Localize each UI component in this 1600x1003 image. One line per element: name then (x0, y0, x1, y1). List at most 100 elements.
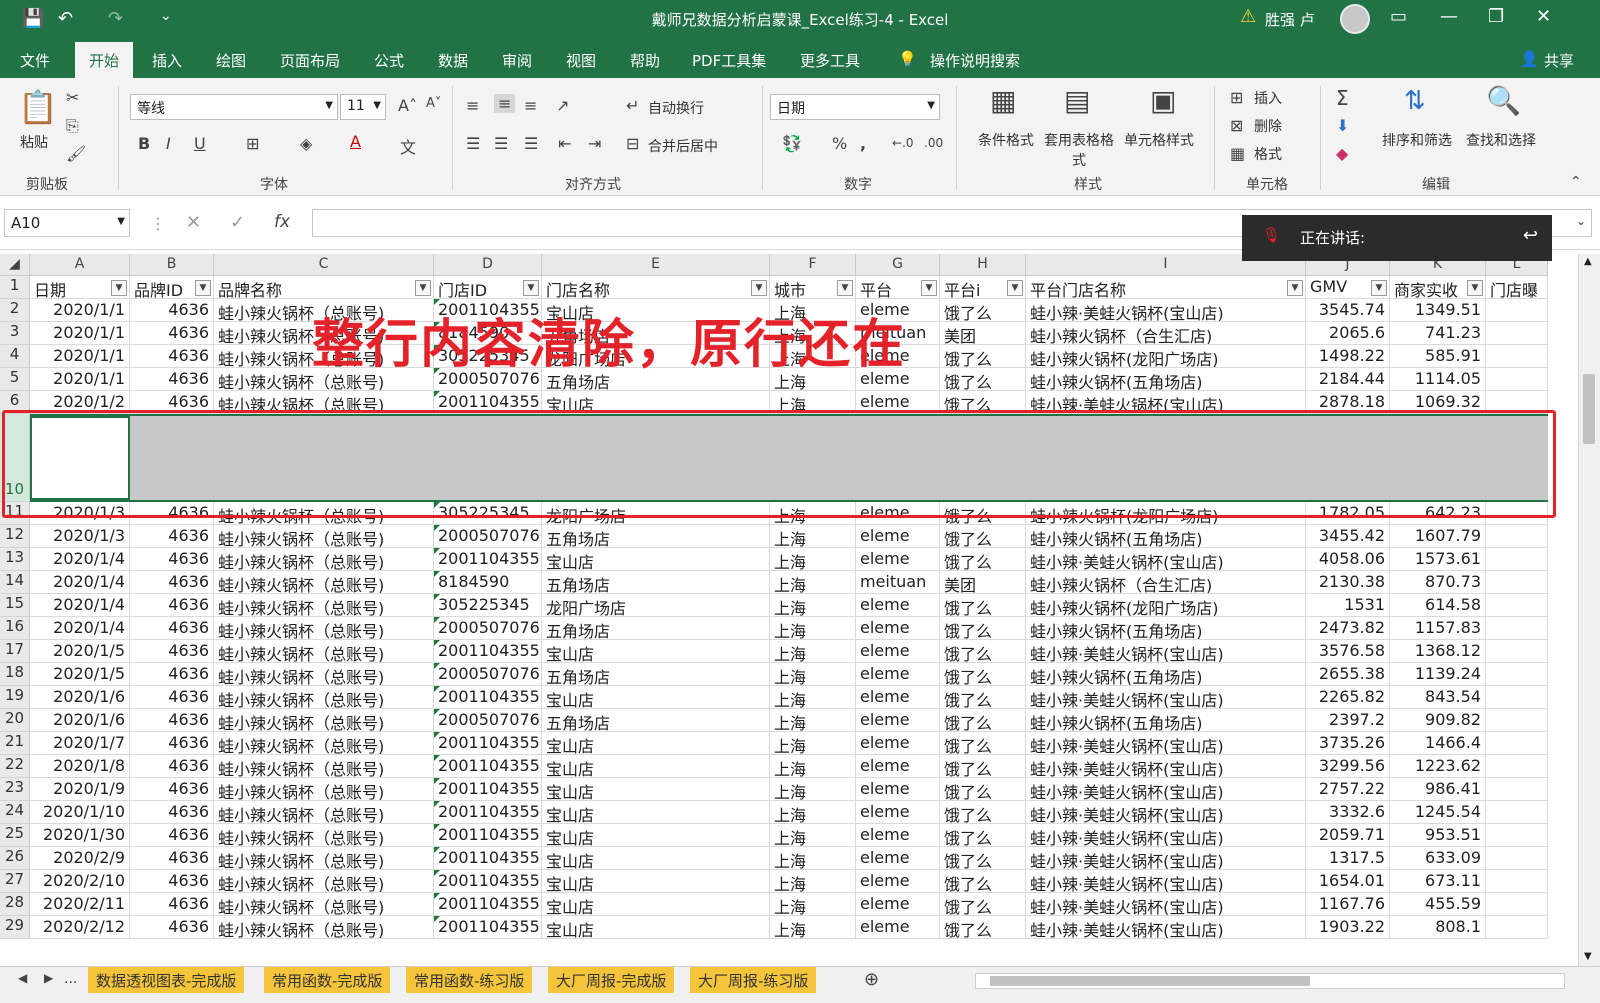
table-cell[interactable]: 蛙小辣火锅杯（总账号) (214, 548, 434, 571)
column-header-f[interactable]: F (770, 254, 856, 276)
table-cell[interactable]: 宝山店 (542, 893, 770, 916)
row-header[interactable]: 29 (0, 916, 30, 939)
row-header[interactable]: 12 (0, 525, 30, 548)
table-cell[interactable]: 饿了么 (940, 525, 1026, 548)
table-cell[interactable]: 4636 (130, 709, 214, 732)
table-cell[interactable]: 4636 (130, 824, 214, 847)
table-cell[interactable]: 饿了么 (940, 663, 1026, 686)
table-cell[interactable]: 4636 (130, 847, 214, 870)
table-cell[interactable]: eleme (856, 801, 940, 824)
table-cell[interactable] (1486, 732, 1548, 755)
row-header[interactable]: 2 (0, 299, 30, 322)
table-cell[interactable]: 2020/1/5 (30, 640, 130, 663)
table-cell[interactable]: 上海 (770, 617, 856, 640)
table-cell[interactable]: 2130.38 (1306, 571, 1390, 594)
header-cell[interactable]: 平台i ▼ (940, 276, 1026, 299)
table-cell[interactable]: 蛙小辣火锅杯（总账号) (214, 640, 434, 663)
table-cell[interactable]: 蛙小辣火锅杯（总账号) (214, 571, 434, 594)
table-cell[interactable]: 3455.42 (1306, 525, 1390, 548)
table-cell[interactable]: 宝山店 (542, 548, 770, 571)
table-cell[interactable]: 3299.56 (1306, 755, 1390, 778)
table-cell[interactable] (1486, 663, 1548, 686)
table-cell[interactable]: 4636 (130, 345, 214, 368)
format-cells-button[interactable]: 格式 (1254, 144, 1282, 164)
comma-icon[interactable]: , (860, 134, 866, 153)
table-cell[interactable]: 蛙小辣·美蛙火锅杯(宝山店) (1026, 893, 1306, 916)
table-cell[interactable]: 上海 (770, 571, 856, 594)
tab-page-layout[interactable]: 页面布局 (280, 50, 340, 71)
wrap-text-icon[interactable]: ↵ (626, 96, 639, 115)
table-cell[interactable]: 1157.83 (1390, 617, 1486, 640)
table-cell[interactable]: 8184590 (434, 571, 542, 594)
table-cell[interactable]: 蛙小辣·美蛙火锅杯(宝山店) (1026, 847, 1306, 870)
table-cell[interactable]: 上海 (770, 755, 856, 778)
decrease-font-icon[interactable]: A˅ (426, 96, 441, 111)
table-cell[interactable]: 1654.01 (1306, 870, 1390, 893)
table-cell[interactable]: 2000507076 (434, 525, 542, 548)
format-cells-icon[interactable]: ▦ (1230, 144, 1245, 163)
table-cell[interactable]: 饿了么 (940, 617, 1026, 640)
tab-view[interactable]: 视图 (566, 50, 596, 71)
table-cell[interactable]: 蛙小辣火锅杯(龙阳广场店) (1026, 594, 1306, 617)
table-cell[interactable]: 633.09 (1390, 847, 1486, 870)
cancel-icon[interactable]: ✕ (186, 212, 201, 233)
align-top-icon[interactable]: ≡ (466, 96, 479, 115)
table-cell[interactable]: 4636 (130, 732, 214, 755)
header-cell[interactable]: 门店曝 (1486, 276, 1548, 299)
increase-font-icon[interactable]: A˄ (398, 96, 417, 115)
table-cell[interactable]: eleme (856, 548, 940, 571)
table-cell[interactable]: 1245.54 (1390, 801, 1486, 824)
merge-center-icon[interactable]: ⊟ (626, 134, 639, 153)
column-header-d[interactable]: D (434, 254, 542, 276)
align-bottom-icon[interactable]: ≡ (524, 96, 537, 115)
header-cell[interactable]: 平台门店名称 ▼ (1026, 276, 1306, 299)
tab-file[interactable]: 文件 (20, 50, 50, 71)
table-cell[interactable]: 2001104355 (434, 801, 542, 824)
row-header[interactable]: 13 (0, 548, 30, 571)
table-cell[interactable] (1486, 322, 1548, 345)
table-cell[interactable]: 蛙小辣火锅杯（总账号) (214, 663, 434, 686)
sheet-tab[interactable]: 大厂周报-练习版 (690, 967, 817, 993)
filter-dropdown-icon[interactable]: ▼ (111, 280, 127, 296)
delete-cells-button[interactable]: 删除 (1254, 116, 1282, 136)
sort-filter-icon[interactable]: ⇅ (1404, 86, 1426, 116)
table-cell[interactable]: 五角场店 (542, 571, 770, 594)
header-cell[interactable]: GMV ▼ (1306, 276, 1390, 299)
table-cell[interactable]: 2020/1/1 (30, 322, 130, 345)
table-cell[interactable]: 2001104355 (434, 847, 542, 870)
table-cell[interactable]: 2065.6 (1306, 322, 1390, 345)
table-cell[interactable] (1486, 617, 1548, 640)
font-name-select[interactable]: 等线 ▼ (130, 94, 338, 120)
table-cell[interactable]: 饿了么 (940, 709, 1026, 732)
table-cell[interactable]: 上海 (770, 732, 856, 755)
table-cell[interactable]: 饿了么 (940, 755, 1026, 778)
format-as-table-button[interactable]: 套用表格格式 (1044, 130, 1114, 170)
align-middle-icon[interactable]: ≡ (494, 94, 516, 113)
table-cell[interactable]: eleme (856, 640, 940, 663)
column-header-g[interactable]: G (856, 254, 940, 276)
table-cell[interactable]: 饿了么 (940, 801, 1026, 824)
table-cell[interactable] (1486, 368, 1548, 391)
table-cell[interactable]: eleme (856, 663, 940, 686)
table-cell[interactable]: 蛙小辣火锅杯（总账号) (214, 755, 434, 778)
tab-insert[interactable]: 插入 (152, 50, 182, 71)
row-header[interactable]: 21 (0, 732, 30, 755)
table-cell[interactable]: 蛙小辣火锅杯(五角场店) (1026, 709, 1306, 732)
table-cell[interactable] (1486, 594, 1548, 617)
table-cell[interactable]: 饿了么 (940, 299, 1026, 322)
table-cell[interactable]: 4636 (130, 686, 214, 709)
table-cell[interactable]: 蛙小辣火锅杯（总账号) (214, 870, 434, 893)
table-cell[interactable]: 上海 (770, 548, 856, 571)
scroll-thumb[interactable] (1583, 374, 1595, 444)
table-cell[interactable] (1486, 709, 1548, 732)
table-cell[interactable]: 4636 (130, 801, 214, 824)
table-cell[interactable]: 2020/2/12 (30, 916, 130, 939)
table-cell[interactable]: 2001104355 (434, 686, 542, 709)
fill-color-icon[interactable]: ◈ (300, 134, 312, 153)
table-cell[interactable]: 843.54 (1390, 686, 1486, 709)
table-cell[interactable]: 饿了么 (940, 916, 1026, 939)
close-icon[interactable]: ✕ (1536, 6, 1551, 27)
more-sheets[interactable]: ... (64, 971, 77, 987)
table-cell[interactable]: 2001104355 (434, 893, 542, 916)
table-cell[interactable]: 1903.22 (1306, 916, 1390, 939)
